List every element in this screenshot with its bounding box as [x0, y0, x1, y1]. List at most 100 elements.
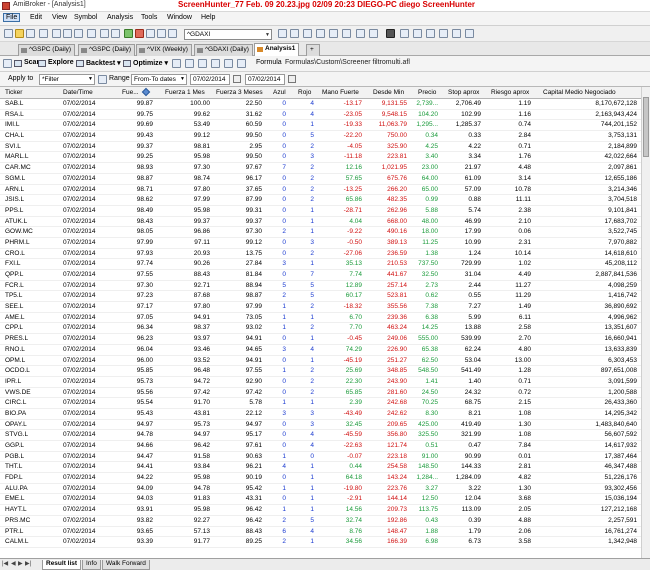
table-row[interactable]: CIRC.L 07/02/2014 95.54 91.70 5.78 1 1 2.39 242.…	[0, 398, 650, 409]
col-desde-min[interactable]: Desde Min	[373, 89, 404, 96]
table-row[interactable]: RNO.L 07/02/2014 96.04 93.46 94.65 3 4 74.29 226…	[0, 345, 650, 356]
menu-edit[interactable]: Edit	[30, 14, 42, 21]
tab-vix-weekly[interactable]: ^VIX (Weekly)	[136, 44, 192, 56]
table-row[interactable]: VWS.DE 07/02/2014 95.56 97.42 97.42 0 2 65.85 28…	[0, 388, 650, 399]
nav-forward-icon[interactable]	[290, 29, 299, 38]
vertical-scrollbar[interactable]	[641, 87, 650, 558]
tab-info[interactable]: Info	[82, 560, 101, 570]
refresh-icon[interactable]	[157, 29, 166, 38]
undo-icon[interactable]	[87, 29, 96, 38]
interval-icon[interactable]	[303, 29, 312, 38]
pencil-icon[interactable]	[386, 29, 395, 38]
table-row[interactable]: QPP.L 07/02/2014 97.55 88.43 81.84 0 7 7.74 441.…	[0, 270, 650, 281]
col-riesgo-aprox[interactable]: Riesgo aprox	[491, 89, 529, 96]
result-list-grid[interactable]: Ticker Date/Time Fue... Fuerza 1 Mes Fue…	[0, 87, 650, 558]
menu-file[interactable]: File	[3, 13, 21, 22]
new-icon[interactable]	[4, 29, 13, 38]
formula-path[interactable]: Formulas\Custom\Screener filtromulti.afl	[285, 59, 410, 66]
candle-icon[interactable]	[135, 29, 144, 38]
scrollbar-thumb[interactable]	[643, 97, 649, 157]
menu-view[interactable]: View	[52, 14, 67, 21]
col-datetime[interactable]: Date/Time	[63, 89, 93, 96]
col-rojo[interactable]: Rojo	[298, 89, 311, 96]
tab-analysis1[interactable]: Analysis1	[254, 43, 300, 56]
table-row[interactable]: FCR.L 07/02/2014 97.30 92.71 88.94 5 5 12.89 257…	[0, 281, 650, 292]
col-fuerza-3-meses[interactable]: Fuerza 3 Meses	[216, 89, 263, 96]
table-row[interactable]: HAYT.L 07/02/2014 93.91 95.98 96.42 1 1 14.56 20…	[0, 505, 650, 516]
crosshair-icon[interactable]	[369, 29, 378, 38]
table-row[interactable]: MARL.L 07/02/2014 99.25 95.98 99.50 0 3 -11.18 2…	[0, 152, 650, 164]
menu-help[interactable]: Help	[201, 14, 215, 21]
copy-results-icon[interactable]	[211, 59, 220, 68]
new-tab-button[interactable]: +	[306, 44, 320, 56]
col-fuerza[interactable]: Fue...	[122, 89, 139, 96]
new-analysis-icon[interactable]	[3, 59, 12, 68]
table-row[interactable]: CALM.L 07/02/2014 93.39 91.77 89.25 2 1 34.56 16…	[0, 537, 650, 548]
table-row[interactable]: PPS.L 07/02/2014 98.49 95.98 99.31 0 1 -28.71 26…	[0, 206, 650, 217]
table-row[interactable]: SEE.L 07/02/2014 97.17 97.80 97.99 1 2 -18.32 35…	[0, 302, 650, 313]
ray-icon[interactable]	[426, 29, 435, 38]
from-date-field[interactable]: 07/02/2014	[190, 74, 230, 85]
col-fuerza-1-mes[interactable]: Fuerza 1 Mes	[165, 89, 205, 96]
menu-symbol[interactable]: Symbol	[74, 14, 97, 21]
line-chart-icon[interactable]	[146, 29, 155, 38]
table-row[interactable]: EME.L 07/02/2014 94.03 91.83 43.31 0 1 -2.91 144…	[0, 494, 650, 506]
col-ticker[interactable]: Ticker	[5, 89, 22, 96]
table-row[interactable]: GGP.L 07/02/2014 94.66 96.42 97.61 0 4 -22.63 12…	[0, 441, 650, 452]
table-row[interactable]: PHRM.L 07/02/2014 97.99 97.11 99.12 0 3 -0.50 38…	[0, 238, 650, 249]
filter-icon[interactable]	[237, 59, 246, 68]
layout-icon[interactable]	[329, 29, 338, 38]
grid-icon[interactable]	[316, 29, 325, 38]
table-row[interactable]: FXI.L 07/02/2014 97.74 90.26 27.84 3 1 35.13 210…	[0, 259, 650, 270]
tab-walk-forward[interactable]: Walk Forward	[102, 560, 150, 570]
paste-icon[interactable]	[74, 29, 83, 38]
apply-to-select[interactable]: *Filter ▼	[39, 74, 95, 85]
horizontal-line-icon[interactable]	[439, 29, 448, 38]
tab-next-icon[interactable]: ▶	[18, 560, 23, 567]
col-precio[interactable]: Precio	[418, 89, 436, 96]
table-row[interactable]: STVG.L 07/02/2014 94.78 94.97 95.17 0 4 -45.59 3…	[0, 430, 650, 441]
chart-settings-icon[interactable]	[168, 29, 177, 38]
range-select[interactable]: From-To dates ▼	[131, 74, 187, 85]
menu-window[interactable]: Window	[167, 14, 192, 21]
table-row[interactable]: TP5.L 07/02/2014 97.23 87.68 98.87 2 5 60.17 523…	[0, 291, 650, 303]
print-icon[interactable]	[39, 29, 48, 38]
settings-icon[interactable]	[185, 59, 194, 68]
eraser-icon[interactable]	[465, 29, 474, 38]
table-row[interactable]: PTR.L 07/02/2014 93.65 57.13 88.43 6 4 8.76 148.…	[0, 527, 650, 538]
cursor-icon[interactable]	[356, 29, 365, 38]
optimize-button[interactable]: Optimize ▾	[123, 59, 168, 67]
calendar-icon[interactable]	[288, 75, 296, 83]
table-row[interactable]: CRO.L 07/02/2014 97.93 20.93 13.75 0 2 -27.06 23…	[0, 249, 650, 260]
report-icon[interactable]	[172, 59, 181, 68]
cut-icon[interactable]	[52, 29, 61, 38]
scan-button[interactable]: Scan	[14, 59, 41, 67]
table-row[interactable]: OCDO.L 07/02/2014 95.85 96.48 97.55 1 2 25.69 34…	[0, 366, 650, 377]
table-row[interactable]: OPM.L 07/02/2014 96.00 93.52 94.91 0 1 -45.19 25…	[0, 356, 650, 367]
tab-prev-icon[interactable]: ◀	[11, 560, 16, 567]
table-row[interactable]: SVI.L 07/02/2014 99.37 98.81 2.95 0 2 -4.05 325.…	[0, 142, 650, 153]
tab-last-icon[interactable]: ▶|	[25, 560, 31, 567]
open-icon[interactable]	[15, 29, 24, 38]
col-mano-fuerte[interactable]: Mano Fuerte	[322, 89, 359, 96]
table-row[interactable]: CAR.MC 07/02/2014 98.93 97.30 97.67 7 2 12.16 1,…	[0, 163, 650, 174]
table-row[interactable]: AME.L 07/02/2014 97.05 94.91 73.05 1 1 6.70 239.…	[0, 313, 650, 324]
bar-chart-icon[interactable]	[124, 29, 133, 38]
menu-analysis[interactable]: Analysis	[107, 14, 133, 21]
table-row[interactable]: IPR.L 07/02/2014 95.73 94.72 92.90 0 2 22.30 243…	[0, 377, 650, 388]
table-row[interactable]: CHA.L 07/02/2014 99.43 99.12 99.50 0 5 -22.20 75…	[0, 131, 650, 142]
table-row[interactable]: FDP.L 07/02/2014 94.22 95.98 90.19 0 1 64.18 143…	[0, 473, 650, 484]
table-row[interactable]: PGB.L 07/02/2014 94.47 91.58 90.63 1 0 -0.07 223…	[0, 452, 650, 463]
table-row[interactable]: THT.L 07/02/2014 94.41 93.84 96.21 4 1 0.44 254.…	[0, 462, 650, 474]
table-row[interactable]: ALU.PA 07/02/2014 94.09 94.78 95.42 1 1 -19.80 2…	[0, 484, 650, 495]
fibonacci-icon[interactable]	[452, 29, 461, 38]
explore-button[interactable]: Explore	[38, 59, 74, 67]
nav-back-icon[interactable]	[278, 29, 287, 38]
filter-settings-icon[interactable]	[98, 75, 107, 84]
copy-icon[interactable]	[63, 29, 72, 38]
table-row[interactable]: IMI.L 07/02/2014 99.69 53.49 60.59 0 1 -19.33 11…	[0, 120, 650, 132]
table-row[interactable]: GOW.MC 07/02/2014 98.05 96.86 97.30 2 1 -9.22 49…	[0, 227, 650, 238]
symbol-combo[interactable]: ^GDAXI ▼	[184, 29, 272, 40]
calendar-icon[interactable]	[233, 75, 241, 83]
table-row[interactable]: RSA.L 07/02/2014 99.75 99.62 31.62 0 4 -23.05 9,…	[0, 110, 650, 121]
